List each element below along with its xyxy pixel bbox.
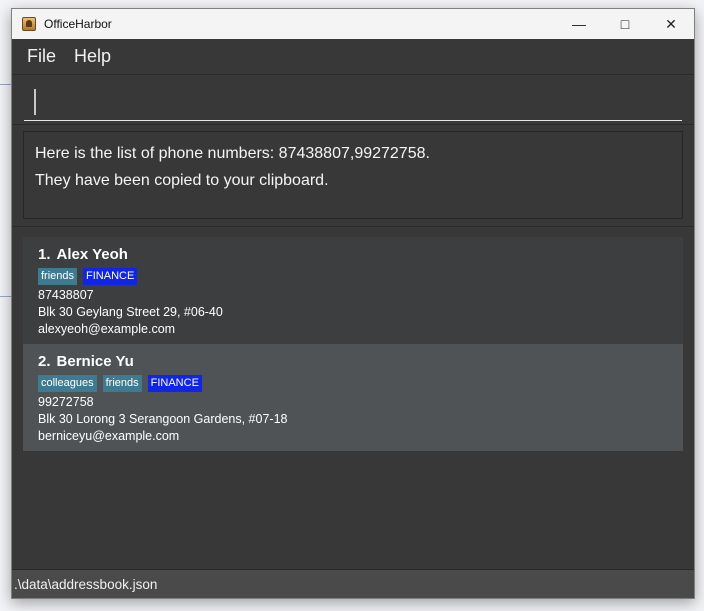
person-name-row: 1. Alex Yeoh xyxy=(38,244,668,266)
tag-finance: FINANCE xyxy=(83,268,138,285)
person-list[interactable]: 1. Alex Yeoh friends FINANCE 87438807 Blk… xyxy=(12,229,694,570)
menu-bar: File Help xyxy=(12,39,694,75)
person-card[interactable]: 2. Bernice Yu colleagues friends FINANCE … xyxy=(23,344,683,451)
person-card[interactable]: 1. Alex Yeoh friends FINANCE 87438807 Blk… xyxy=(23,237,683,344)
tag-friends: friends xyxy=(38,268,78,285)
file-path: .\data\addressbook.json xyxy=(14,577,158,592)
person-index: 2. xyxy=(38,353,51,370)
person-index: 1. xyxy=(38,246,51,263)
close-button[interactable]: ✕ xyxy=(648,9,694,39)
person-address: Blk 30 Geylang Street 29, #06-40 xyxy=(38,305,223,319)
tag-colleagues: colleagues xyxy=(38,375,97,392)
person-name-row: 2. Bernice Yu xyxy=(38,351,668,373)
window-title: OfficeHarbor xyxy=(44,17,112,31)
result-display: Here is the list of phone numbers: 87438… xyxy=(23,131,683,219)
person-name: Bernice Yu xyxy=(56,353,134,370)
menu-help[interactable]: Help xyxy=(65,42,120,71)
person-address: Blk 30 Lorong 3 Serangoon Gardens, #07-1… xyxy=(38,412,288,426)
person-phone: 87438807 xyxy=(38,288,94,302)
result-line: Here is the list of phone numbers: 87438… xyxy=(35,145,430,162)
tag-finance: FINANCE xyxy=(147,375,202,392)
app-logo-icon xyxy=(22,17,36,31)
menu-file[interactable]: File xyxy=(18,42,65,71)
title-bar: OfficeHarbor — □ ✕ xyxy=(12,9,694,39)
person-email: berniceyu@example.com xyxy=(38,429,180,443)
person-email: alexyeoh@example.com xyxy=(38,322,176,336)
tag-list: colleagues friends FINANCE xyxy=(38,375,668,392)
tag-friends: friends xyxy=(102,375,142,392)
tag-list: friends FINANCE xyxy=(38,268,668,285)
app-window: OfficeHarbor — □ ✕ File Help Here is the… xyxy=(11,8,695,599)
status-bar: .\data\addressbook.json xyxy=(12,569,694,598)
minimize-button[interactable]: — xyxy=(556,9,602,39)
person-name: Alex Yeoh xyxy=(56,246,128,263)
maximize-button[interactable]: □ xyxy=(602,9,648,39)
person-phone: 99272758 xyxy=(38,395,94,409)
result-area: Here is the list of phone numbers: 87438… xyxy=(12,125,694,227)
text-caret xyxy=(34,89,36,115)
command-input[interactable] xyxy=(24,81,682,121)
result-line: They have been copied to your clipboard. xyxy=(35,172,329,189)
command-area xyxy=(12,75,694,125)
